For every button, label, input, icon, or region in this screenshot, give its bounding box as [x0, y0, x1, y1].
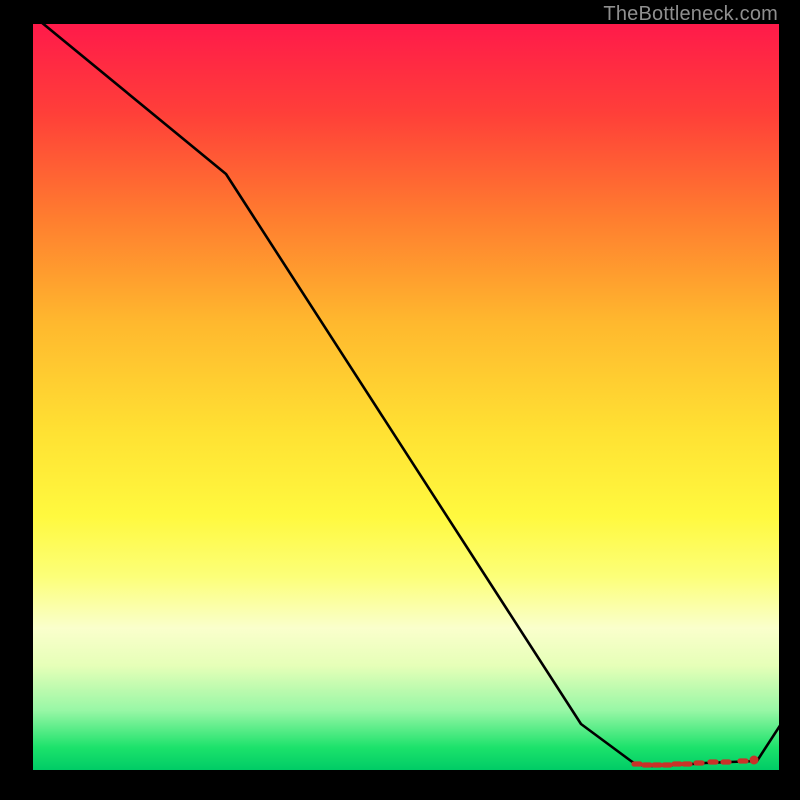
gradient-plot-area: [33, 24, 779, 770]
chart-frame: TheBottleneck.com: [0, 0, 800, 800]
attribution-text: TheBottleneck.com: [603, 3, 778, 26]
